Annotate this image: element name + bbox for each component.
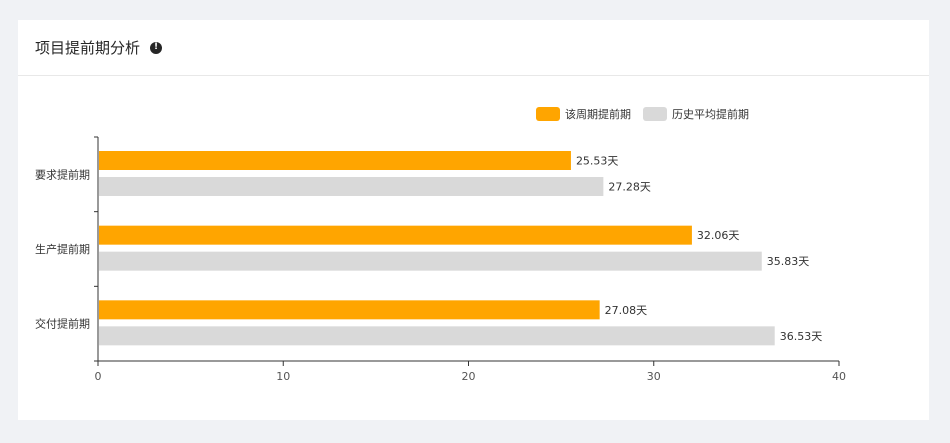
bar-data-label: 35.83天 bbox=[767, 255, 810, 268]
bar-data-label: 36.53天 bbox=[780, 330, 823, 343]
x-tick-label: 30 bbox=[647, 370, 661, 383]
bar-data-label: 27.08天 bbox=[605, 304, 648, 317]
bar-history bbox=[99, 251, 762, 271]
bar-data-label: 32.06天 bbox=[697, 229, 740, 242]
lead-time-bar-chart: 0 10 20 30 40 要求提前期 25.53天 27.28天生产提前期 32.06天 35.… bbox=[35, 136, 846, 383]
x-tick-label: 10 bbox=[276, 370, 290, 383]
y-category-label: 交付提前期 bbox=[35, 317, 90, 331]
bar-current bbox=[99, 225, 692, 245]
bar-history bbox=[99, 326, 775, 346]
bar-current bbox=[99, 300, 600, 320]
bar-history bbox=[99, 177, 604, 196]
x-tick-label: 20 bbox=[462, 370, 476, 383]
bar-data-label: 25.53天 bbox=[576, 155, 619, 168]
bar-current bbox=[99, 151, 571, 170]
x-tick-label: 0 bbox=[95, 370, 102, 383]
y-category-label: 要求提前期 bbox=[35, 167, 90, 181]
bar-data-label: 27.28天 bbox=[608, 181, 651, 194]
y-category-label: 生产提前期 bbox=[35, 242, 90, 256]
x-tick-label: 40 bbox=[832, 370, 846, 383]
